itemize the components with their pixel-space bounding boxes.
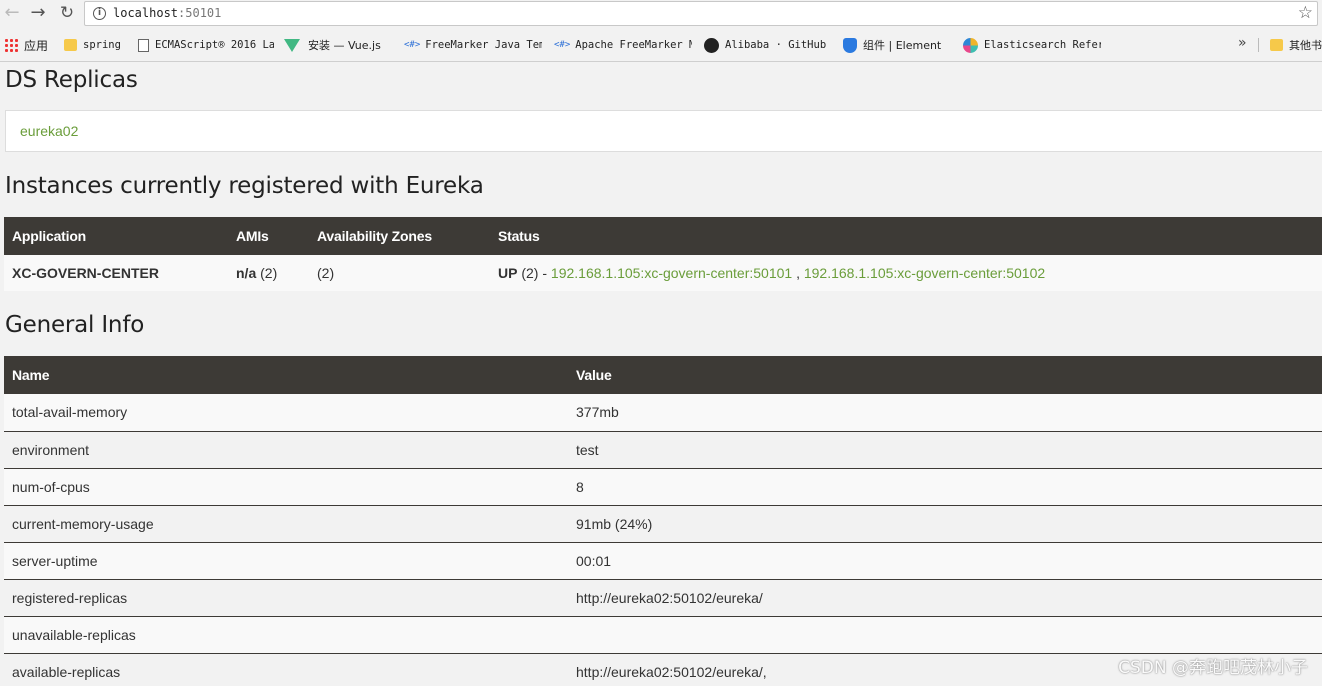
amis-count: (2): [256, 265, 278, 281]
table-row: environment test: [4, 431, 1322, 468]
browser-chrome: ← → ↻ i localhost:50101 ☆ 应用 spring ECMA…: [0, 0, 1322, 62]
bookmark-label: Elasticsearch Refer: [984, 39, 1101, 51]
url-text[interactable]: localhost:50101: [113, 6, 221, 20]
folder-icon: [64, 39, 77, 51]
table-row: unavailable-replicas: [4, 616, 1322, 653]
status-value: UP: [498, 265, 518, 281]
bookmark-freemarker-java[interactable]: <#> FreeMarker Java Tem: [404, 33, 542, 57]
table-row: server-uptime 00:01: [4, 542, 1322, 579]
table-row: total-avail-memory 377mb: [4, 394, 1322, 431]
bookmark-apps[interactable]: 应用: [4, 33, 54, 57]
application-name: XC-GOVERN-CENTER: [4, 255, 228, 291]
bookmark-label: ECMAScript® 2016 La: [155, 39, 274, 51]
bookmark-vue[interactable]: 安装 — Vue.js: [284, 33, 396, 57]
csdn-watermark: CSDN @奔跑吧茂林小子: [1118, 658, 1308, 678]
column-header: Status: [498, 228, 540, 244]
link-separator: ,: [792, 265, 804, 281]
bookmark-apache-freemarker[interactable]: <#> Apache FreeMarker M: [554, 33, 692, 57]
vue-logo-icon: [284, 38, 300, 52]
info-name: current-memory-usage: [4, 505, 568, 542]
info-value: 00:01: [568, 542, 1322, 579]
replicas-list: eureka02: [5, 110, 1322, 152]
url-port: :50101: [178, 6, 222, 20]
amis-value: n/a: [236, 265, 257, 281]
shield-icon: [843, 37, 857, 53]
more-bookmarks-button[interactable]: »: [1238, 35, 1247, 51]
code-icon: <#>: [404, 40, 421, 50]
bookmarks-divider: [1258, 38, 1259, 52]
info-value: 377mb: [568, 394, 1322, 431]
bookmarks-bar: 应用 spring ECMAScript® 2016 La 安装 — Vue.j…: [0, 33, 1322, 57]
bookmark-label: 其他书: [1289, 39, 1322, 52]
instance-link[interactable]: 192.168.1.105:xc-govern-center:50102: [804, 265, 1045, 281]
folder-icon: [1270, 39, 1283, 51]
info-value: http://eureka02:50102/eureka/: [568, 579, 1322, 616]
code-icon: <#>: [554, 40, 571, 50]
info-value: [568, 616, 1322, 653]
info-icon[interactable]: i: [93, 7, 106, 20]
forward-arrow-icon[interactable]: →: [28, 3, 48, 23]
bookmark-ecmascript[interactable]: ECMAScript® 2016 La: [138, 33, 274, 57]
column-header: AMIs: [236, 228, 269, 244]
amis-cell: n/a (2): [228, 255, 309, 291]
bookmark-elasticsearch[interactable]: Elasticsearch Refer: [963, 33, 1101, 57]
instances-header-row: Application AMIs Availability Zones Stat…: [4, 217, 1322, 255]
bookmark-label: 应用: [24, 38, 49, 53]
table-row: num-of-cpus 8: [4, 468, 1322, 505]
bookmark-element[interactable]: 组件 | Element: [843, 33, 955, 57]
bookmark-alibaba-github[interactable]: Alibaba · GitHub: [704, 33, 834, 57]
bookmark-label: FreeMarker Java Tem: [425, 39, 542, 51]
info-name: total-avail-memory: [4, 394, 568, 431]
instances-title: Instances currently registered with Eure…: [5, 173, 484, 199]
table-row: registered-replicas http://eureka02:50102…: [4, 579, 1322, 616]
table-row: XC-GOVERN-CENTER n/a (2) (2) UP (2) - 19…: [4, 255, 1322, 291]
status-cell: UP (2) - 192.168.1.105:xc-govern-center:…: [490, 255, 1322, 291]
bookmark-star-icon[interactable]: ☆: [1298, 3, 1313, 23]
github-icon: [704, 37, 719, 53]
bookmark-label: 组件 | Element: [863, 39, 942, 52]
column-header: Application: [12, 228, 87, 244]
document-icon: [138, 38, 149, 52]
info-name: server-uptime: [4, 542, 568, 579]
bookmark-spring[interactable]: spring: [64, 33, 128, 57]
apps-grid-icon: [4, 38, 18, 52]
status-count: (2) -: [517, 265, 551, 281]
info-name: available-replicas: [4, 653, 568, 686]
elastic-icon: [963, 37, 978, 53]
bookmark-label: 安装 — Vue.js: [308, 39, 381, 52]
info-value: 8: [568, 468, 1322, 505]
instances-table: Application AMIs Availability Zones Stat…: [4, 217, 1322, 291]
url-host: localhost: [113, 6, 179, 20]
application-name-text: XC-GOVERN-CENTER: [12, 265, 160, 281]
info-name: num-of-cpus: [4, 468, 568, 505]
back-arrow-icon[interactable]: ←: [2, 3, 22, 23]
eureka-dashboard: DS Replicas eureka02 Instances currently…: [0, 63, 1322, 686]
general-info-table: Name Value total-avail-memory 377mb envir…: [4, 356, 1322, 686]
address-bar[interactable]: i localhost:50101 ☆: [84, 1, 1318, 26]
instance-link[interactable]: 192.168.1.105:xc-govern-center:50101: [551, 265, 792, 281]
ds-replicas-title: DS Replicas: [5, 67, 138, 93]
zones-cell: (2): [309, 255, 490, 291]
bookmark-label: Apache FreeMarker M: [575, 39, 692, 51]
bookmark-label: Alibaba · GitHub: [725, 39, 827, 51]
info-value: test: [568, 431, 1322, 468]
info-name: environment: [4, 431, 568, 468]
general-info-title: General Info: [5, 312, 145, 338]
general-header-row: Name Value: [4, 356, 1322, 394]
reload-icon[interactable]: ↻: [57, 3, 77, 23]
table-row: current-memory-usage 91mb (24%): [4, 505, 1322, 542]
column-header: Name: [12, 367, 50, 383]
info-value: 91mb (24%): [568, 505, 1322, 542]
column-header: Availability Zones: [317, 228, 432, 244]
info-name: registered-replicas: [4, 579, 568, 616]
info-name: unavailable-replicas: [4, 616, 568, 653]
bookmark-other[interactable]: 其他书: [1270, 33, 1322, 57]
replica-link[interactable]: eureka02: [20, 123, 78, 139]
column-header: Value: [576, 367, 612, 383]
bookmark-label: spring: [83, 39, 121, 51]
